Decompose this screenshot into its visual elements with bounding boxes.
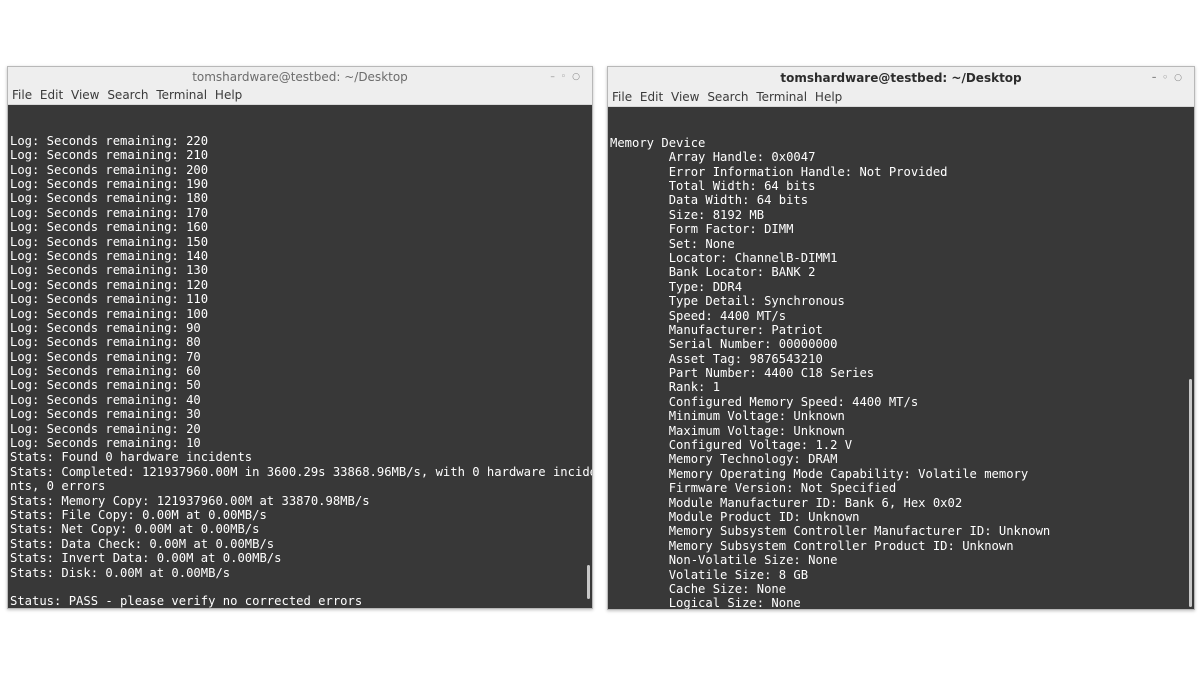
terminal-line: Non-Volatile Size: None [610,553,838,568]
menu-view[interactable]: View [671,89,699,105]
terminal-line: Stats: Completed: 121937960.00M in 3600.… [10,464,592,479]
terminal-output[interactable]: Log: Seconds remaining: 220 Log: Seconds … [8,105,592,608]
scrollbar[interactable] [587,565,590,599]
terminal-line: Stats: Disk: 0.00M at 0.00MB/s [10,565,231,580]
terminal-window-left[interactable]: tomshardware@testbed: ~/Desktop –◦○ File… [7,66,593,609]
terminal-line: Module Product ID: Unknown [610,509,860,524]
menu-terminal[interactable]: Terminal [156,87,207,103]
maximize-icon[interactable]: ◦ [1162,73,1174,83]
terminal-line: Log: Seconds remaining: 110 [10,292,209,307]
terminal-line: Status: PASS - please verify no correcte… [10,594,363,608]
terminal-line: Cache Size: None [610,581,787,596]
menubar: File Edit View Search Terminal Help [8,87,592,105]
terminal-line: Configured Memory Speed: 4400 MT/s [610,394,919,409]
window-titlebar[interactable]: tomshardware@testbed: ~/Desktop –◦○ [608,67,1194,89]
maximize-icon[interactable]: ◦ [561,72,572,82]
terminal-line: Log: Seconds remaining: 120 [10,277,209,292]
terminal-line: Log: Seconds remaining: 190 [10,176,209,191]
terminal-line: Size: 8192 MB [610,207,765,222]
terminal-line: Manufacturer: Patriot [610,322,823,337]
terminal-line: Log: Seconds remaining: 70 [10,349,201,364]
close-icon[interactable]: ○ [572,72,586,82]
menu-file[interactable]: File [612,89,632,105]
terminal-line: Log: Seconds remaining: 90 [10,320,201,335]
terminal-line: Configured Voltage: 1.2 V [610,438,853,453]
terminal-line: Asset Tag: 9876543210 [610,351,823,366]
terminal-line: Type: DDR4 [610,279,743,294]
menu-edit[interactable]: Edit [40,87,63,103]
window-titlebar[interactable]: tomshardware@testbed: ~/Desktop –◦○ [8,67,592,87]
terminal-line: Memory Technology: DRAM [610,452,838,467]
terminal-line: Memory Subsystem Controller Manufacturer… [610,524,1051,539]
menu-search[interactable]: Search [107,87,148,103]
terminal-line: Log: Seconds remaining: 220 [10,133,209,148]
terminal-line: Total Width: 64 bits [610,178,816,193]
menu-search[interactable]: Search [707,89,748,105]
terminal-line: Log: Seconds remaining: 150 [10,234,209,249]
terminal-line: Part Number: 4400 C18 Series [610,366,875,381]
terminal-line: Log: Seconds remaining: 140 [10,248,209,263]
terminal-line: Log: Seconds remaining: 130 [10,263,209,278]
terminal-line: Stats: Invert Data: 0.00M at 0.00MB/s [10,551,282,566]
terminal-line: Log: Seconds remaining: 30 [10,407,201,422]
menu-help[interactable]: Help [215,87,242,103]
terminal-line: Stats: Found 0 hardware incidents [10,450,253,465]
minimize-icon[interactable]: – [550,72,561,82]
terminal-output[interactable]: Memory Device Array Handle: 0x0047 Error… [608,107,1194,609]
menu-edit[interactable]: Edit [640,89,663,105]
terminal-line: Memory Subsystem Controller Product ID: … [610,538,1014,553]
menu-view[interactable]: View [71,87,99,103]
close-icon[interactable]: ○ [1174,73,1188,83]
terminal-line: Set: None [610,236,735,251]
terminal-line: Logical Size: None [610,596,801,609]
terminal-line: Form Factor: DIMM [610,222,794,237]
terminal-line: Stats: Net Copy: 0.00M at 0.00MB/s [10,522,260,537]
terminal-line: Rank: 1 [610,380,721,395]
terminal-window-right[interactable]: tomshardware@testbed: ~/Desktop –◦○ File… [607,66,1195,610]
menubar: File Edit View Search Terminal Help [608,89,1194,107]
terminal-line: Log: Seconds remaining: 100 [10,306,209,321]
window-title: tomshardware@testbed: ~/Desktop [192,70,408,84]
scrollbar[interactable] [1189,379,1192,607]
menu-file[interactable]: File [12,87,32,103]
terminal-line: Memory Operating Mode Capability: Volati… [610,466,1029,481]
terminal-line: Log: Seconds remaining: 80 [10,335,201,350]
terminal-line: Speed: 4400 MT/s [610,308,787,323]
terminal-line: Log: Seconds remaining: 210 [10,148,209,163]
menu-terminal[interactable]: Terminal [756,89,807,105]
terminal-line: Type Detail: Synchronous [610,294,845,309]
terminal-line: Array Handle: 0x0047 [610,150,816,165]
terminal-line: Data Width: 64 bits [610,193,809,208]
terminal-line: Log: Seconds remaining: 10 [10,436,201,451]
terminal-line: Module Manufacturer ID: Bank 6, Hex 0x02 [610,495,963,510]
terminal-line: Memory Device [610,135,706,150]
terminal-line: Serial Number: 00000000 [610,337,838,352]
minimize-icon[interactable]: – [1152,73,1163,83]
terminal-line: Log: Seconds remaining: 170 [10,205,209,220]
terminal-line: Firmware Version: Not Specified [610,481,897,496]
terminal-line: Log: Seconds remaining: 160 [10,220,209,235]
terminal-line: Log: Seconds remaining: 50 [10,378,201,393]
menu-help[interactable]: Help [815,89,842,105]
terminal-line: Log: Seconds remaining: 20 [10,421,201,436]
terminal-line: Stats: File Copy: 0.00M at 0.00MB/s [10,507,267,522]
window-title: tomshardware@testbed: ~/Desktop [780,71,1022,85]
terminal-line: nts, 0 errors [10,479,106,494]
terminal-line: Stats: Data Check: 0.00M at 0.00MB/s [10,536,275,551]
terminal-line: Log: Seconds remaining: 200 [10,162,209,177]
terminal-line: Volatile Size: 8 GB [610,567,809,582]
terminal-line: Locator: ChannelB-DIMM1 [610,250,838,265]
terminal-line: Minimum Voltage: Unknown [610,409,845,424]
terminal-line: Stats: Memory Copy: 121937960.00M at 338… [10,493,370,508]
terminal-line: Log: Seconds remaining: 60 [10,364,201,379]
terminal-line: Log: Seconds remaining: 40 [10,392,201,407]
terminal-line: Error Information Handle: Not Provided [610,164,948,179]
terminal-line: Maximum Voltage: Unknown [610,423,845,438]
terminal-line: Bank Locator: BANK 2 [610,265,816,280]
terminal-line: Log: Seconds remaining: 180 [10,191,209,206]
